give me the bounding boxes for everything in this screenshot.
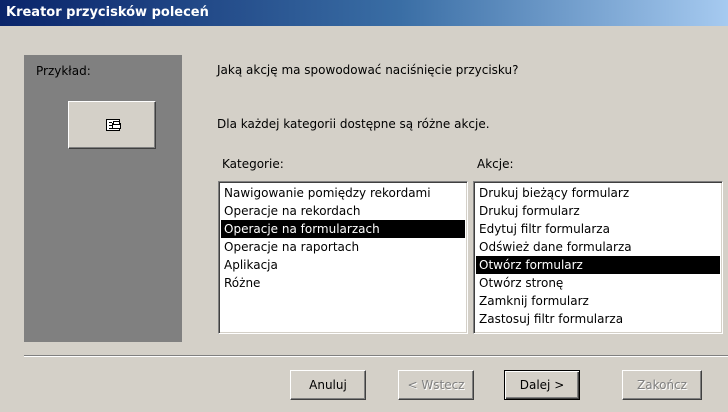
action-item[interactable]: Otwórz stronę xyxy=(476,274,720,292)
action-item-selected[interactable]: Otwórz formularz xyxy=(476,256,720,274)
category-item[interactable]: Aplikacja xyxy=(221,256,465,274)
actions-label: Akcje: xyxy=(477,157,514,171)
example-label: Przykład: xyxy=(36,64,91,78)
category-item[interactable]: Operacje na raportach xyxy=(221,238,465,256)
form-icon xyxy=(106,119,120,131)
info-text: Dla każdej kategorii dostępne są różne a… xyxy=(217,117,490,131)
actions-listbox[interactable]: Drukuj bieżący formularz Drukuj formular… xyxy=(473,181,723,334)
title-bar: Kreator przycisków poleceń xyxy=(0,0,728,26)
action-item[interactable]: Edytuj filtr formularza xyxy=(476,220,720,238)
example-button-preview xyxy=(68,101,156,149)
next-button[interactable]: Dalej > xyxy=(504,370,580,400)
window-title: Kreator przycisków poleceń xyxy=(6,5,209,20)
category-item-selected[interactable]: Operacje na formularzach xyxy=(221,220,465,238)
action-item[interactable]: Drukuj formularz xyxy=(476,202,720,220)
categories-listbox[interactable]: Nawigowanie pomiędzy rekordami Operacje … xyxy=(218,181,468,334)
category-item[interactable]: Operacje na rekordach xyxy=(221,202,465,220)
categories-label: Kategorie: xyxy=(222,157,284,171)
category-item[interactable]: Nawigowanie pomiędzy rekordami xyxy=(221,184,465,202)
action-item[interactable]: Zamknij formularz xyxy=(476,292,720,310)
example-panel xyxy=(24,55,182,342)
action-item[interactable]: Drukuj bieżący formularz xyxy=(476,184,720,202)
cancel-button[interactable]: Anuluj xyxy=(290,370,366,400)
finish-button[interactable]: Zakończ xyxy=(622,370,702,400)
category-item[interactable]: Różne xyxy=(221,274,465,292)
question-text: Jaką akcję ma spowodować naciśnięcie prz… xyxy=(217,63,519,77)
button-divider xyxy=(24,355,728,357)
back-button[interactable]: < Wstecz xyxy=(398,370,474,400)
action-item[interactable]: Zastosuj filtr formularza xyxy=(476,310,720,328)
action-item[interactable]: Odśwież dane formularza xyxy=(476,238,720,256)
